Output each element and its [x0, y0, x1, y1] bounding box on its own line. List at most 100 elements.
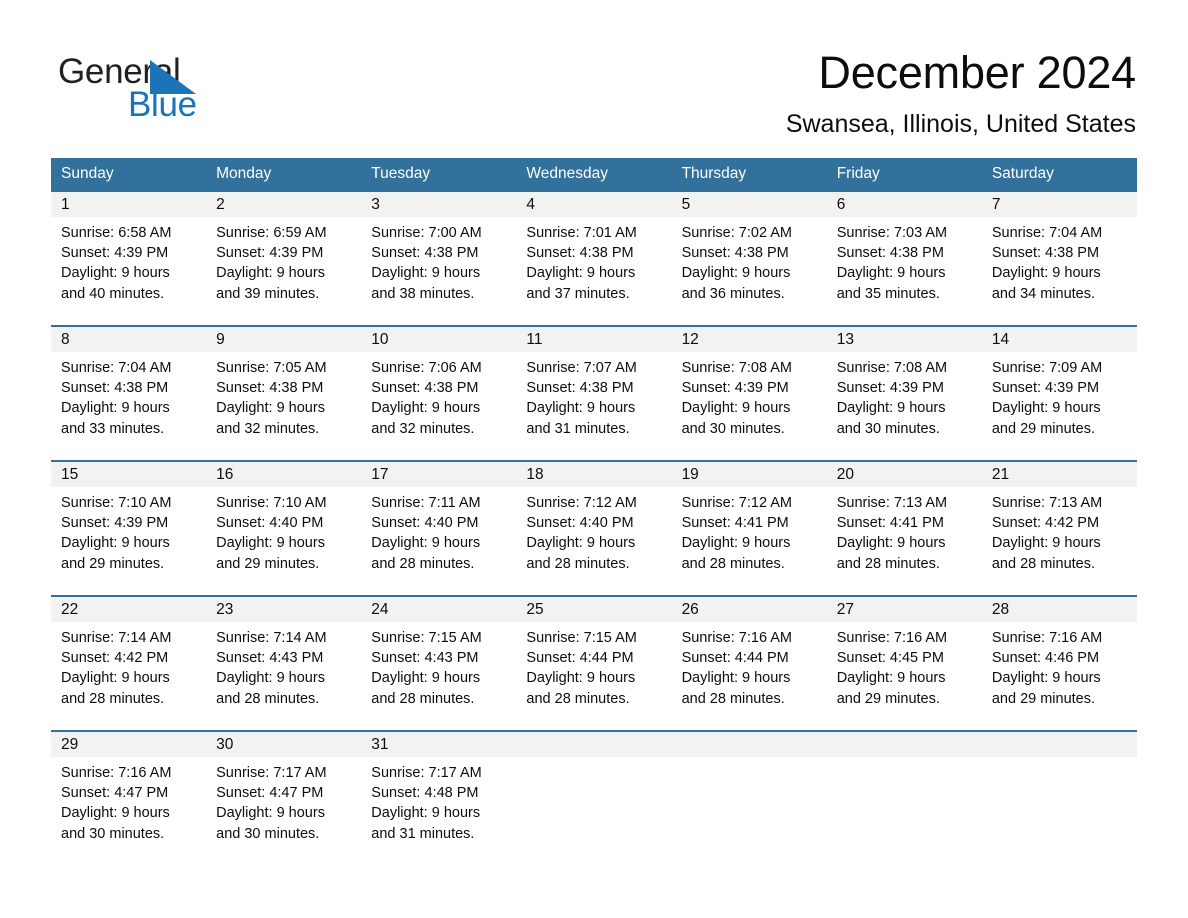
day-cell[interactable]: 16 Sunrise: 7:10 AM Sunset: 4:40 PM Dayl… — [206, 462, 361, 595]
daylight-text-line1: Daylight: 9 hours — [371, 535, 481, 552]
day-cell[interactable]: 24 Sunrise: 7:15 AM Sunset: 4:43 PM Dayl… — [361, 597, 516, 730]
daylight-text-line1: Daylight: 9 hours — [61, 265, 170, 282]
day-details: Sunrise: 7:04 AM Sunset: 4:38 PM Dayligh… — [992, 223, 1127, 304]
daylight-text-line1: Daylight: 9 hours — [216, 265, 325, 282]
day-cell[interactable]: 17 Sunrise: 7:11 AM Sunset: 4:40 PM Dayl… — [361, 462, 516, 595]
daylight-text-line1: Daylight: 9 hours — [216, 535, 325, 552]
daylight-text-line1: Daylight: 9 hours — [371, 400, 481, 417]
day-cell[interactable]: 14 Sunrise: 7:09 AM Sunset: 4:39 PM Dayl… — [982, 327, 1137, 460]
day-number: 30 — [216, 736, 234, 753]
sunrise-text: Sunrise: 7:10 AM — [216, 495, 327, 511]
sunrise-text: Sunrise: 7:16 AM — [991, 630, 1103, 646]
day-cell[interactable]: 1 Sunrise: 6:58 AM Sunset: 4:39 PM Dayli… — [51, 192, 206, 325]
day-details: Sunrise: 7:09 AM Sunset: 4:39 PM Dayligh… — [992, 358, 1127, 439]
day-cell[interactable]: 6 Sunrise: 7:03 AM Sunset: 4:38 PM Dayli… — [827, 192, 982, 325]
day-cell[interactable]: 31 Sunrise: 7:17 AM Sunset: 4:48 PM Dayl… — [361, 732, 516, 856]
day-number: 21 — [991, 466, 1010, 483]
sunset-text: Sunset: 4:39 PM — [61, 245, 169, 262]
location-subtitle: Swansea, Illinois, United States — [785, 109, 1136, 138]
day-cell[interactable]: 10 Sunrise: 7:06 AM Sunset: 4:38 PM Dayl… — [361, 327, 516, 460]
day-number: 15 — [61, 466, 79, 483]
daylight-text-line1: Daylight: 9 hours — [526, 670, 636, 687]
sunset-text: Sunset: 4:48 PM — [371, 785, 479, 802]
day-cell[interactable]: 28 Sunrise: 7:16 AM Sunset: 4:46 PM Dayl… — [982, 597, 1137, 730]
day-cell[interactable]: 26 Sunrise: 7:16 AM Sunset: 4:44 PM Dayl… — [672, 597, 827, 730]
day-details: Sunrise: 7:03 AM Sunset: 4:38 PM Dayligh… — [837, 223, 972, 304]
day-details: Sunrise: 7:12 AM Sunset: 4:41 PM Dayligh… — [682, 493, 817, 574]
day-cell-empty — [672, 732, 827, 856]
daylight-text-line1: Daylight: 9 hours — [61, 805, 170, 822]
day-cell[interactable]: 18 Sunrise: 7:12 AM Sunset: 4:40 PM Dayl… — [516, 462, 671, 595]
day-cell[interactable]: 15 Sunrise: 7:10 AM Sunset: 4:39 PM Dayl… — [51, 462, 206, 595]
day-number: 10 — [371, 331, 389, 348]
day-number: 18 — [526, 466, 544, 483]
daylight-text-line2: and 29 minutes. — [216, 555, 320, 572]
day-cell[interactable]: 7 Sunrise: 7:04 AM Sunset: 4:38 PM Dayli… — [982, 192, 1137, 325]
day-number: 23 — [216, 601, 234, 618]
day-cell[interactable]: 9 Sunrise: 7:05 AM Sunset: 4:38 PM Dayli… — [206, 327, 361, 460]
calendar-table: Sunday Monday Tuesday Wednesday Thursday… — [51, 158, 1137, 856]
sunrise-text: Sunrise: 7:15 AM — [371, 630, 482, 646]
sunset-text: Sunset: 4:45 PM — [836, 650, 944, 667]
sunset-text: Sunset: 4:44 PM — [681, 650, 789, 667]
calendar-page: General Blue December 2024 Swansea, Illi… — [0, 0, 1188, 918]
day-cell[interactable]: 27 Sunrise: 7:16 AM Sunset: 4:45 PM Dayl… — [827, 597, 982, 730]
daylight-text-line2: and 28 minutes. — [371, 555, 475, 572]
daylight-text-line1: Daylight: 9 hours — [61, 670, 170, 687]
sunset-text: Sunset: 4:38 PM — [216, 380, 324, 397]
sunrise-text: Sunrise: 7:03 AM — [836, 225, 948, 241]
daylight-text-line2: and 33 minutes. — [61, 420, 165, 437]
daylight-text-line1: Daylight: 9 hours — [526, 400, 636, 417]
day-number: 7 — [991, 196, 1001, 213]
day-number: 12 — [681, 331, 699, 348]
day-cell[interactable]: 30 Sunrise: 7:17 AM Sunset: 4:47 PM Dayl… — [206, 732, 361, 856]
daylight-text-line1: Daylight: 9 hours — [371, 265, 481, 282]
daylight-text-line1: Daylight: 9 hours — [61, 535, 170, 552]
day-cell[interactable]: 20 Sunrise: 7:13 AM Sunset: 4:41 PM Dayl… — [827, 462, 982, 595]
day-cell[interactable]: 11 Sunrise: 7:07 AM Sunset: 4:38 PM Dayl… — [516, 327, 671, 460]
calendar-week-row: 8 Sunrise: 7:04 AM Sunset: 4:38 PM Dayli… — [51, 325, 1137, 460]
day-cell[interactable]: 13 Sunrise: 7:08 AM Sunset: 4:39 PM Dayl… — [827, 327, 982, 460]
sunrise-text: Sunrise: 7:17 AM — [371, 765, 482, 781]
sunset-text: Sunset: 4:42 PM — [61, 650, 169, 667]
sunset-text: Sunset: 4:40 PM — [216, 515, 324, 532]
day-cell[interactable]: 22 Sunrise: 7:14 AM Sunset: 4:42 PM Dayl… — [51, 597, 206, 730]
day-cell[interactable]: 25 Sunrise: 7:15 AM Sunset: 4:44 PM Dayl… — [516, 597, 671, 730]
daylight-text-line1: Daylight: 9 hours — [681, 670, 791, 687]
calendar-week-row: 22 Sunrise: 7:14 AM Sunset: 4:42 PM Dayl… — [51, 595, 1137, 730]
day-number: 6 — [836, 196, 846, 213]
day-cell[interactable]: 19 Sunrise: 7:12 AM Sunset: 4:41 PM Dayl… — [672, 462, 827, 595]
day-cell[interactable]: 5 Sunrise: 7:02 AM Sunset: 4:38 PM Dayli… — [672, 192, 827, 325]
day-cell[interactable]: 3 Sunrise: 7:00 AM Sunset: 4:38 PM Dayli… — [361, 192, 516, 325]
sunrise-text: Sunrise: 7:15 AM — [526, 630, 637, 646]
daylight-text-line1: Daylight: 9 hours — [61, 400, 170, 417]
day-cell[interactable]: 21 Sunrise: 7:13 AM Sunset: 4:42 PM Dayl… — [982, 462, 1137, 595]
sunset-text: Sunset: 4:39 PM — [836, 380, 944, 397]
day-cell[interactable]: 4 Sunrise: 7:01 AM Sunset: 4:38 PM Dayli… — [516, 192, 671, 325]
day-cell[interactable]: 2 Sunrise: 6:59 AM Sunset: 4:39 PM Dayli… — [206, 192, 361, 325]
day-number: 31 — [371, 736, 389, 753]
day-details: Sunrise: 7:10 AM Sunset: 4:40 PM Dayligh… — [216, 493, 351, 574]
day-cell[interactable]: 8 Sunrise: 7:04 AM Sunset: 4:38 PM Dayli… — [51, 327, 206, 460]
daylight-text-line2: and 28 minutes. — [526, 555, 630, 572]
day-number: 19 — [681, 466, 699, 483]
day-number: 17 — [371, 466, 389, 483]
sunrise-text: Sunrise: 7:16 AM — [61, 765, 172, 781]
day-number: 11 — [526, 331, 543, 348]
daylight-text-line1: Daylight: 9 hours — [681, 265, 791, 282]
daylight-text-line2: and 32 minutes. — [216, 420, 320, 437]
weekday-header-row: Sunday Monday Tuesday Wednesday Thursday… — [51, 158, 1137, 190]
daylight-text-line2: and 29 minutes. — [991, 420, 1096, 437]
daylight-text-line2: and 34 minutes. — [991, 285, 1096, 302]
day-number: 4 — [526, 196, 536, 213]
day-cell[interactable]: 23 Sunrise: 7:14 AM Sunset: 4:43 PM Dayl… — [206, 597, 361, 730]
day-cell[interactable]: 12 Sunrise: 7:08 AM Sunset: 4:39 PM Dayl… — [672, 327, 827, 460]
day-details: Sunrise: 7:16 AM Sunset: 4:44 PM Dayligh… — [682, 628, 817, 709]
sunrise-text: Sunrise: 7:12 AM — [681, 495, 792, 511]
day-number: 22 — [61, 601, 79, 618]
sunset-text: Sunset: 4:47 PM — [216, 785, 324, 802]
sunrise-text: Sunrise: 7:02 AM — [681, 225, 792, 241]
sunset-text: Sunset: 4:46 PM — [991, 650, 1100, 667]
sunset-text: Sunset: 4:44 PM — [526, 650, 634, 667]
day-cell[interactable]: 29 Sunrise: 7:16 AM Sunset: 4:47 PM Dayl… — [51, 732, 206, 856]
